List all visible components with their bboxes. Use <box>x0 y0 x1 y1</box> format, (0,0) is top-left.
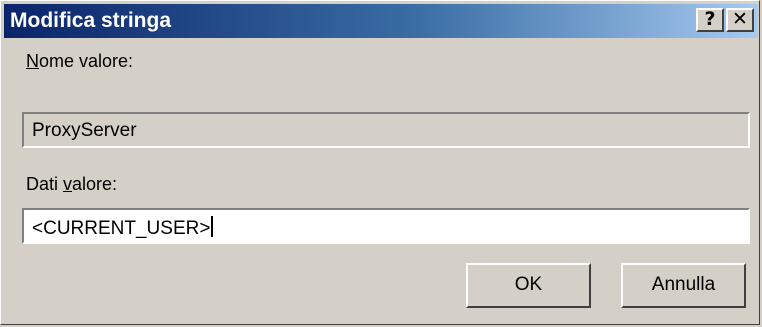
text-caret <box>211 216 214 237</box>
value-data-text: <CURRENT_USER> <box>32 218 211 239</box>
value-name-label: Nome valore: <box>26 51 134 71</box>
value-data-label: Dati valore: <box>26 174 118 194</box>
title-bar[interactable]: Modifica stringa ? ✕ <box>4 4 758 38</box>
help-icon: ? <box>704 8 716 30</box>
help-button[interactable]: ? <box>696 8 724 32</box>
close-icon: ✕ <box>732 8 748 30</box>
edit-string-dialog: Modifica stringa ? ✕ Nome valore: ProxyS… <box>0 0 760 325</box>
dialog-title: Modifica stringa <box>10 9 172 32</box>
close-button[interactable]: ✕ <box>726 8 754 32</box>
cancel-button[interactable]: Annulla <box>621 263 746 308</box>
ok-button[interactable]: OK <box>466 263 591 308</box>
value-name-text: ProxyServer <box>32 120 137 141</box>
value-data-input[interactable]: <CURRENT_USER> <box>22 208 750 244</box>
value-name-field: ProxyServer <box>22 112 750 148</box>
